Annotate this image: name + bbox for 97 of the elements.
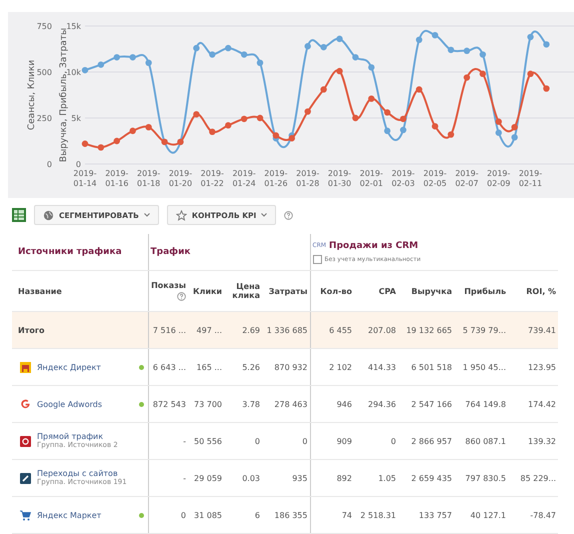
table-cell: 5.26 xyxy=(242,362,260,372)
table-cell: 872 543 xyxy=(152,400,186,408)
column-header[interactable]: Выручка xyxy=(411,286,452,296)
table-cell: 1 336 685 xyxy=(266,326,308,334)
table-cell: 1.05 xyxy=(378,474,396,482)
source-link[interactable]: Яндекс Директ xyxy=(37,362,101,372)
table-cell: 0 xyxy=(180,510,186,520)
table-cell: 5 739 79... xyxy=(462,326,506,334)
table-cell: 860 087.1 xyxy=(465,436,506,446)
table-cell: 7 516 ... xyxy=(152,326,186,334)
left-axis-title: Сеансы, Клики xyxy=(27,60,37,130)
table-cell: 50 556 xyxy=(194,436,222,446)
table-cell: 6 643 ... xyxy=(152,362,186,372)
table-cell: 2 866 957 xyxy=(411,436,452,446)
x-tick-label: 2019-02-11 xyxy=(518,169,542,188)
table-cell: 29 059 xyxy=(194,474,222,482)
x-tick-label: 2019-02-09 xyxy=(487,169,510,188)
table-cell: 909 xyxy=(336,436,352,446)
table-cell: 0.03 xyxy=(242,474,260,482)
y-tick-label: 15k xyxy=(66,22,81,31)
table-cell: 2.69 xyxy=(242,326,260,334)
table-cell: 6 455 xyxy=(329,326,352,334)
column-header[interactable]: Прибыль xyxy=(464,286,506,296)
y-tick-label: 750 xyxy=(36,22,52,31)
table-cell: 2 547 166 xyxy=(411,400,452,408)
column-header[interactable]: Кол-во xyxy=(320,286,352,296)
y-tick-label: 500 xyxy=(36,68,52,77)
x-tick-label: 2019-01-18 xyxy=(137,169,160,188)
table-cell: 139.32 xyxy=(528,436,556,446)
table-cell: 0 xyxy=(254,436,260,446)
column-header[interactable]: CPA xyxy=(378,286,396,296)
table-cell: 133 757 xyxy=(418,510,452,520)
x-tick-label: 2019-01-22 xyxy=(200,169,224,188)
table-cell: 40 127.1 xyxy=(470,510,506,520)
column-header[interactable]: Показы xyxy=(151,281,186,290)
source-link[interactable]: Прямой трафик xyxy=(37,432,104,441)
table-cell: 797 830.5 xyxy=(465,474,506,482)
table-cell: 6 501 518 xyxy=(411,362,452,372)
table-cell: 85 229... xyxy=(520,474,556,482)
column-header[interactable]: Название xyxy=(18,286,62,296)
table-cell: -78.47 xyxy=(530,510,556,520)
table-cell: 2 659 435 xyxy=(411,474,452,482)
table-cell: 870 932 xyxy=(274,362,308,372)
group-header: Продажи из CRM xyxy=(329,240,418,250)
table-cell: 739.41 xyxy=(528,326,556,334)
x-tick-label: 2019-01-16 xyxy=(105,169,128,188)
column-header[interactable]: ROI, % xyxy=(526,286,556,296)
table-cell: 73 700 xyxy=(194,400,222,408)
x-tick-label: 2019-01-26 xyxy=(264,169,288,188)
table-cell: 414.33 xyxy=(368,362,396,372)
x-tick-label: 2019-01-24 xyxy=(232,169,256,188)
table-cell: 165 ... xyxy=(196,362,222,372)
table-cell: 2 102 xyxy=(329,362,352,372)
table-cell: 946 xyxy=(336,400,352,408)
table-cell: 497 ... xyxy=(196,326,222,334)
table-cell: 294.36 xyxy=(368,400,396,408)
table-cell: 0 xyxy=(390,436,396,446)
table-cell: 935 xyxy=(292,474,308,482)
table-cell: 2 518.31 xyxy=(360,510,396,520)
y-tick-label: 0 xyxy=(76,160,81,169)
table-cell: 31 085 xyxy=(194,510,222,520)
y-tick-label: 5k xyxy=(71,114,81,123)
column-header[interactable]: Цена клика xyxy=(226,282,260,300)
x-tick-label: 2019-02-05 xyxy=(423,169,447,188)
table-cell: 278 463 xyxy=(274,400,308,408)
x-tick-label: 2019-02-03 xyxy=(392,169,415,188)
table-cell: 123.95 xyxy=(528,362,556,372)
x-tick-label: 2019-01-20 xyxy=(168,169,192,188)
source-link[interactable]: Переходы с сайтов xyxy=(37,468,118,478)
y-tick-label: 250 xyxy=(36,114,52,123)
x-tick-label: 2019-01-14 xyxy=(73,169,97,188)
source-link[interactable]: Яндекс Маркет xyxy=(37,510,102,520)
source-link[interactable]: Google Adwords xyxy=(37,400,102,408)
table-cell: 0 xyxy=(302,436,308,446)
table-cell: 207.08 xyxy=(368,326,396,334)
table-cell: - xyxy=(183,436,186,446)
table-cell: 764 149.8 xyxy=(465,400,506,408)
table-cell: 174.42 xyxy=(528,400,556,408)
column-header[interactable]: Затраты xyxy=(268,286,308,296)
table-cell: 3.78 xyxy=(242,400,260,408)
y-tick-label: 0 xyxy=(46,160,52,169)
total-label: Итого xyxy=(18,326,45,334)
y-tick-label: 10k xyxy=(66,68,81,77)
table-cell: 6 xyxy=(254,510,260,520)
x-tick-label: 2019-02-01 xyxy=(360,169,383,188)
x-tick-label: 2019-01-28 xyxy=(296,169,320,188)
table-cell: 74 xyxy=(342,510,352,520)
table-cell: 1 950 45... xyxy=(462,362,506,372)
x-tick-label: 2019-02-07 xyxy=(455,169,478,188)
group-header: Источники трафика xyxy=(18,247,122,257)
table-cell: 19 132 665 xyxy=(406,326,452,334)
table-cell: 892 xyxy=(336,474,352,482)
group-header: Трафик xyxy=(150,247,190,257)
table-cell: - xyxy=(183,474,186,482)
column-header[interactable]: Клики xyxy=(192,286,222,296)
table-cell: 186 355 xyxy=(274,510,308,520)
x-tick-label: 2019-01-30 xyxy=(328,169,352,188)
